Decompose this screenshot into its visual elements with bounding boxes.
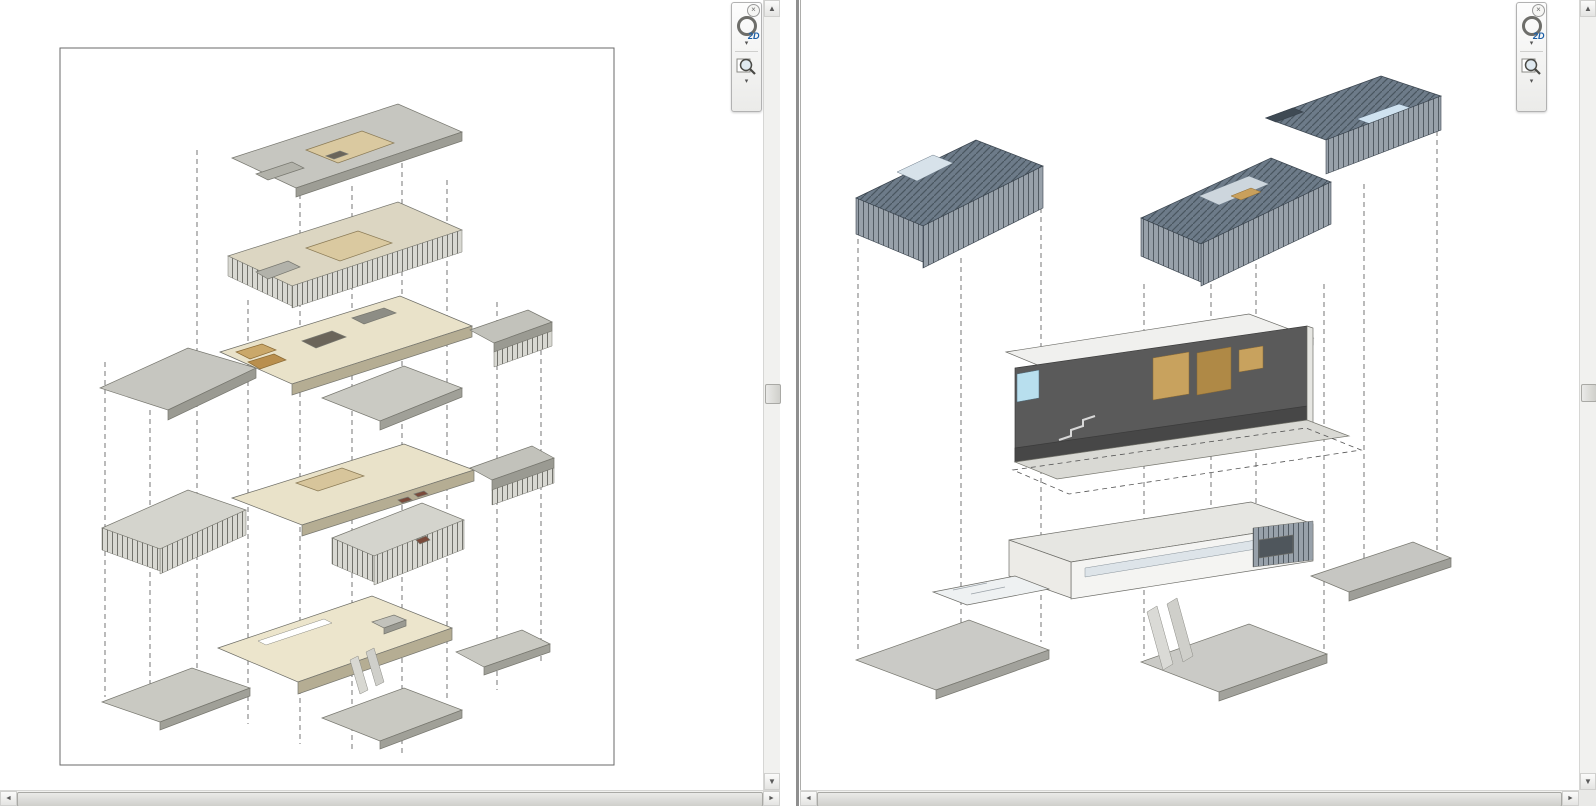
wheel-2d-label: 2D: [1532, 31, 1545, 41]
scroll-down-icon[interactable]: ▼: [1580, 773, 1596, 790]
chevron-down-icon[interactable]: ▾: [1530, 77, 1534, 86]
pane-divider-line: [796, 0, 799, 806]
horizontal-scrollbar-right[interactable]: ◄ ►: [800, 790, 1579, 806]
scrollbar-corner: [1579, 790, 1596, 806]
scroll-down-icon[interactable]: ▼: [764, 773, 780, 790]
navbar-separator: [735, 51, 758, 52]
glass-roof-volume-middle: [1140, 157, 1332, 287]
scroll-up-icon[interactable]: ▲: [1580, 0, 1596, 17]
right-view-pane[interactable]: [800, 0, 1579, 790]
zoom-icon: [1521, 58, 1541, 75]
glass-roof-volume-right: [1264, 75, 1443, 175]
left-view-pane[interactable]: [0, 0, 763, 790]
scrollbar-thumb[interactable]: [1581, 384, 1596, 402]
scroll-left-icon[interactable]: ◄: [800, 791, 817, 806]
navigation-bar-right: × 2D ▾ ▾: [1516, 2, 1547, 112]
navbar-separator: [1520, 51, 1543, 52]
steering-wheel-2d-button[interactable]: 2D: [1520, 15, 1545, 41]
navigation-bar-left: × 2D ▾ ▾: [731, 2, 762, 112]
interior-section-volume: [1004, 313, 1363, 495]
wheel-2d-label: 2D: [747, 31, 760, 41]
left-sheet-drawing[interactable]: [0, 0, 763, 790]
zoom-tool-button[interactable]: [735, 55, 759, 77]
right-3d-drawing[interactable]: [801, 0, 1579, 790]
vertical-scrollbar-left[interactable]: ▲ ▼: [763, 0, 781, 790]
scroll-left-icon[interactable]: ◄: [0, 791, 17, 806]
pane-divider[interactable]: [780, 0, 800, 806]
zoom-tool-button[interactable]: [1520, 55, 1544, 77]
scroll-up-icon[interactable]: ▲: [764, 0, 780, 17]
vertical-scrollbar-right[interactable]: ▲ ▼: [1579, 0, 1596, 790]
scrollbar-thumb[interactable]: [817, 792, 1562, 806]
scroll-right-icon[interactable]: ►: [763, 791, 780, 806]
scrollbar-thumb[interactable]: [765, 384, 781, 404]
glass-roof-volume-left: [855, 139, 1044, 269]
lower-building-volume: [931, 501, 1314, 606]
horizontal-scrollbar-left[interactable]: ◄ ►: [0, 790, 780, 806]
scrollbar-thumb[interactable]: [17, 792, 763, 806]
zoom-icon: [736, 58, 756, 75]
chevron-down-icon[interactable]: ▾: [745, 77, 749, 86]
steering-wheel-2d-button[interactable]: 2D: [735, 15, 760, 41]
cad-dual-view-window: × 2D ▾ ▾ × 2D ▾ ▾ ▲ ▼ ▲ ▼ ◄ ► ◄ ►: [0, 0, 1596, 806]
scroll-right-icon[interactable]: ►: [1562, 791, 1579, 806]
